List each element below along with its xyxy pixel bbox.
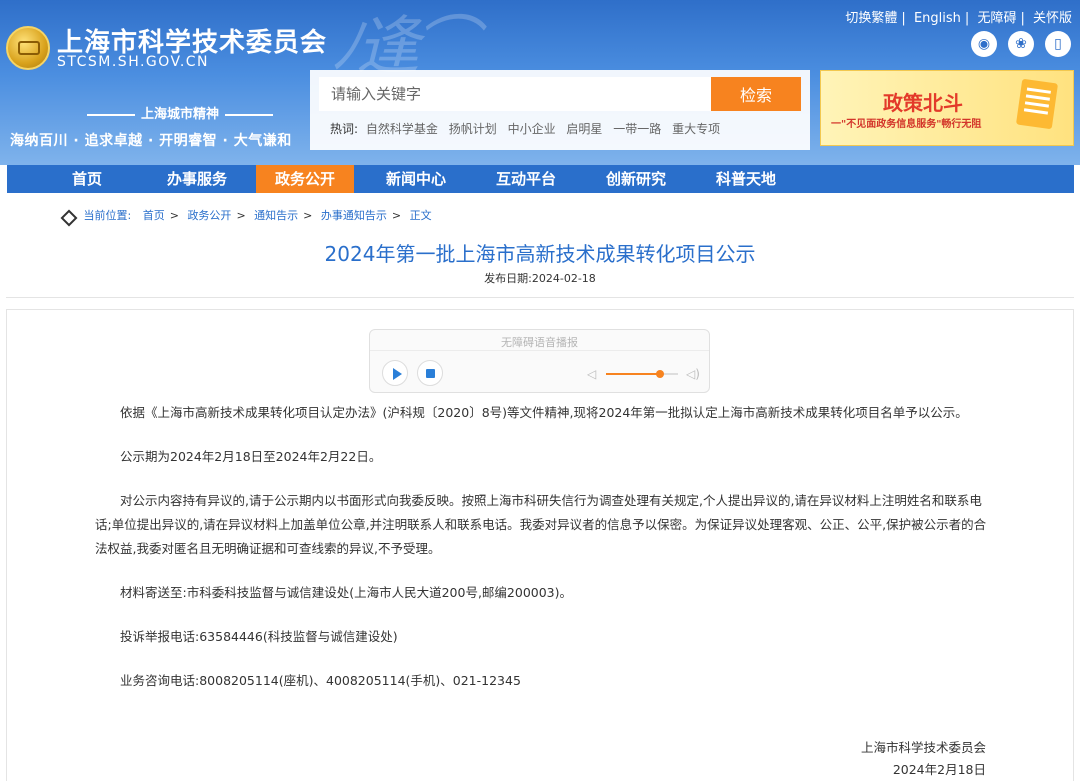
volume-slider[interactable]: [606, 370, 678, 378]
article-paragraph: 材料寄送至:市科委科技监督与诚信建设处(上海市人民大道200号,邮编200003…: [120, 585, 573, 600]
nav-item-science-pop[interactable]: 科普天地: [696, 165, 796, 193]
publish-date: 发布日期:2024-02-18: [484, 272, 596, 285]
article-title: 2024年第一批上海市高新技术成果转化项目公示: [324, 242, 756, 266]
government-emblem-icon[interactable]: [6, 26, 50, 70]
hot-words: 热词: 自然科学基金 扬帆计划 中小企业 启明星 一带一路 重大专项: [330, 120, 727, 137]
play-button[interactable]: [382, 360, 408, 386]
breadcrumb-current: 正文: [409, 209, 432, 222]
top-links: 切换繁體 | English | 无障碍 | 关怀版: [845, 11, 1072, 26]
link-traditional-chinese[interactable]: 切换繁體: [845, 11, 897, 26]
signature: 上海市科学技术委员会 2024年2月18日: [861, 737, 986, 781]
article-paragraph: 依据《上海市高新技术成果转化项目认定办法》(沪科规〔2020〕8号)等文件精神,…: [120, 405, 968, 420]
signature-date: 2024年2月18日: [892, 762, 986, 777]
nav-item-interaction[interactable]: 互动平台: [476, 165, 576, 193]
hot-word[interactable]: 自然科学基金: [366, 122, 438, 136]
article-paragraph: 投诉举报电话:63584446(科技监督与诚信建设处): [120, 629, 398, 644]
banner-subtitle: 一"不见面政务信息服务"畅行无阻: [831, 119, 982, 130]
volume-knob[interactable]: [656, 370, 664, 378]
banner-title: 政策北斗: [883, 91, 963, 115]
nav-item-news[interactable]: 新闻中心: [366, 165, 466, 193]
audio-player: 无障碍语音播报 ◁ ◁): [369, 329, 710, 393]
nav-item-gov-info[interactable]: 政务公开: [256, 165, 354, 193]
wechat-icon[interactable]: ❀: [1008, 31, 1034, 57]
audio-player-label: 无障碍语音播报: [501, 336, 578, 349]
hot-word[interactable]: 重大专项: [672, 122, 720, 136]
nav-item-home[interactable]: 首页: [37, 165, 137, 193]
stop-icon: [426, 369, 435, 378]
hot-word[interactable]: 中小企业: [508, 122, 556, 136]
breadcrumb-service-notices[interactable]: 办事通知告示: [321, 209, 387, 222]
hot-words-label: 热词:: [330, 122, 359, 136]
hot-word[interactable]: 启明星: [566, 122, 602, 136]
weibo-icon[interactable]: ◉: [971, 31, 997, 57]
search-button[interactable]: 检索: [711, 77, 801, 111]
play-icon: [393, 368, 402, 380]
link-accessibility[interactable]: 无障碍: [977, 11, 1016, 26]
hot-word[interactable]: 扬帆计划: [449, 122, 497, 136]
document-icon: [1015, 78, 1059, 130]
search-panel: 检索 热词: 自然科学基金 扬帆计划 中小企业 启明星 一带一路 重大专项: [310, 70, 810, 150]
volume-low-icon[interactable]: ◁: [587, 367, 596, 381]
signature-org: 上海市科学技术委员会: [860, 740, 986, 755]
hot-word[interactable]: 一带一路: [613, 122, 661, 136]
breadcrumb-notices[interactable]: 通知告示: [254, 209, 298, 222]
breadcrumb-gov-info[interactable]: 政务公开: [187, 209, 231, 222]
nav-item-innovation[interactable]: 创新研究: [586, 165, 686, 193]
nav-item-services[interactable]: 办事服务: [147, 165, 247, 193]
link-english[interactable]: English: [914, 11, 961, 26]
main-nav: 首页 办事服务 政务公开 新闻中心 互动平台 创新研究 科普天地: [7, 165, 1074, 193]
article-paragraph: 对公示内容持有异议的,请于公示期内以书面形式向我委反映。按照上海市科研失信行为调…: [95, 493, 987, 556]
article-body: 依据《上海市高新技术成果转化项目认定办法》(沪科规〔2020〕8号)等文件精神,…: [95, 401, 990, 713]
breadcrumb-home[interactable]: 首页: [143, 209, 165, 222]
city-spirit-title: 上海城市精神: [60, 103, 300, 122]
stop-button[interactable]: [417, 360, 443, 386]
volume-fill: [606, 373, 660, 375]
article-paragraph: 公示期为2024年2月18日至2024年2月22日。: [120, 449, 382, 464]
breadcrumb-label: 当前位置:: [83, 209, 132, 222]
site-header: ﾉ逢⌒ 上海市科学技术委员会 STCSM.SH.GOV.CN 上海城市精神 海纳…: [0, 0, 1080, 165]
breadcrumb: 当前位置: 首页 > 政务公开 > 通知告示 > 办事通知告示 > 正文: [60, 207, 432, 223]
mobile-icon[interactable]: ▯: [1045, 31, 1071, 57]
link-elderly-mode[interactable]: 关怀版: [1033, 11, 1072, 26]
location-icon: [60, 209, 74, 223]
search-input[interactable]: [319, 77, 712, 111]
city-spirit-motto: 海纳百川 · 追求卓越 · 开明睿智 · 大气谦和: [10, 133, 292, 149]
site-domain: STCSM.SH.GOV.CN: [57, 54, 210, 70]
volume-high-icon[interactable]: ◁): [686, 367, 700, 381]
article-paragraph: 业务咨询电话:8008205114(座机)、4008205114(手机)、021…: [120, 673, 521, 688]
player-divider: [370, 350, 709, 351]
policy-banner[interactable]: 政策北斗 一"不见面政务信息服务"畅行无阻: [820, 70, 1074, 146]
